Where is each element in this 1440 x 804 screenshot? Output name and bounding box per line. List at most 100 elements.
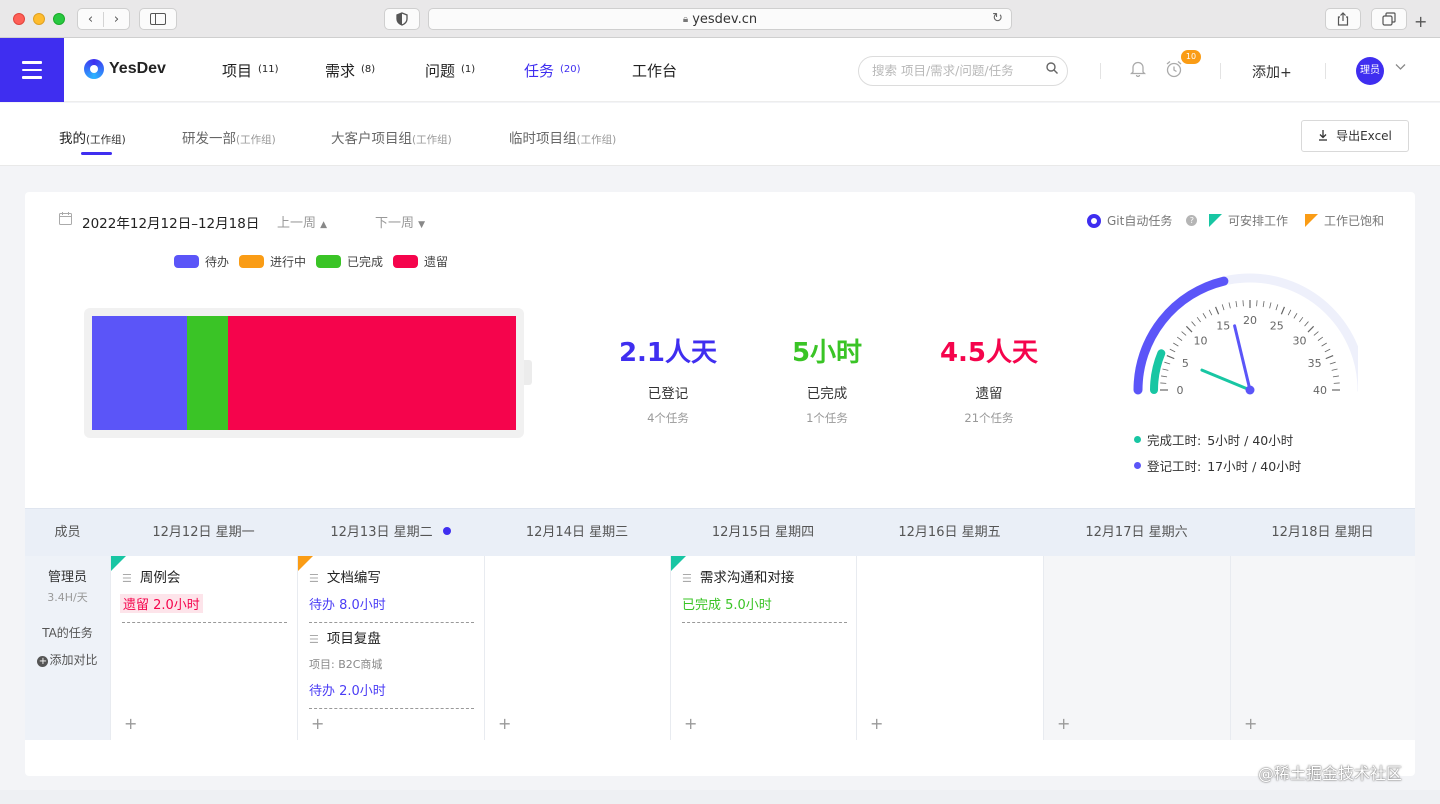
browser-toolbar: ‹ › 🔒︎ yesdev.cn ↻ + (0, 0, 1440, 38)
day-cell-fri[interactable]: + (856, 556, 1043, 740)
nav-count: (8) (361, 64, 376, 75)
privacy-report-button[interactable] (384, 8, 420, 30)
tab-temp-project-group[interactable]: 临时项目组(工作组) (509, 127, 616, 147)
calendar-icon[interactable] (59, 212, 72, 229)
gauge-legend-label: 登记工时: (1147, 459, 1202, 474)
gauge-tick-label: 30 (1292, 335, 1306, 348)
gauge-tick (1221, 304, 1225, 311)
task-status: 待办 2.0小时 (309, 684, 386, 699)
header-divider (1325, 63, 1326, 79)
reload-icon[interactable]: ↻ (992, 11, 1003, 26)
add-task-button[interactable]: + (311, 714, 324, 733)
task-card[interactable]: ☰ 文档编写 待办 8.0小时 (309, 566, 474, 623)
avatar[interactable]: 理员 (1356, 57, 1384, 85)
gauge-tick (1215, 306, 1220, 315)
gauge-tick (1332, 375, 1339, 378)
tab-label: 我的 (59, 131, 86, 147)
address-bar[interactable]: 🔒︎ yesdev.cn ↻ (428, 8, 1012, 30)
task-card[interactable]: ☰ 项目复盘 项目: B2C商城 待办 2.0小时 (309, 627, 474, 709)
add-task-button[interactable]: + (684, 714, 697, 733)
gauge-tick (1181, 331, 1187, 336)
task-status: 遗留 2.0小时 (120, 594, 203, 613)
day-cell-thu[interactable]: ☰ 需求沟通和对接 已完成 5.0小时 + (670, 556, 856, 740)
close-window-button[interactable] (13, 13, 25, 25)
add-task-button[interactable]: + (1244, 714, 1257, 733)
share-button[interactable] (1325, 8, 1361, 30)
hamburger-icon (22, 61, 42, 64)
tabs-icon (1382, 12, 1396, 26)
add-task-button[interactable]: + (498, 714, 511, 733)
sidebar-toggle-button[interactable] (139, 8, 177, 30)
search-icon[interactable] (1046, 57, 1058, 85)
arrangeable-flag-icon (1209, 214, 1222, 227)
status-legend: 待办 进行中 已完成 遗留 (174, 253, 448, 270)
sidebar-icon (150, 13, 166, 25)
nav-requirements[interactable]: 需求 (8) (325, 60, 375, 81)
add-task-button[interactable]: + (870, 714, 883, 733)
git-auto-task-legend: Git自动任务 ? (1087, 212, 1198, 229)
saturated-label: 工作已饱和 (1324, 214, 1385, 228)
tab-mine[interactable]: 我的(工作组) (59, 127, 126, 147)
next-week-button[interactable]: 下一周 ▼ (375, 212, 425, 231)
tab-tag: (工作组) (576, 134, 617, 146)
task-card[interactable]: ☰ 需求沟通和对接 已完成 5.0小时 (682, 566, 847, 623)
add-task-button[interactable]: + (124, 714, 137, 733)
prev-week-button[interactable]: 上一周 ▲ (277, 212, 327, 231)
add-button[interactable]: 添加+ (1252, 62, 1292, 82)
day-cell-tue[interactable]: ☰ 文档编写 待办 8.0小时 ☰ 项目复盘 项目: B2C商城 待办 2.0小时 … (297, 556, 484, 740)
legend-dot (1134, 462, 1141, 469)
weekly-schedule-table: 成员 12月12日 星期一 12月13日 星期二 12月14日 星期三 12月1… (25, 508, 1415, 740)
task-list-icon: ☰ (309, 572, 319, 585)
battery-fill (92, 316, 516, 430)
add-task-button[interactable]: + (1057, 714, 1070, 733)
bell-icon[interactable] (1129, 60, 1147, 81)
tab-tag: (工作组) (86, 134, 126, 146)
main-menu-button[interactable] (0, 38, 64, 102)
gauge-hub (1245, 385, 1255, 395)
minimize-window-button[interactable] (33, 13, 45, 25)
nav-workbench[interactable]: 工作台 (632, 60, 677, 81)
day-cell-sun[interactable]: + (1230, 556, 1415, 740)
lock-icon: 🔒︎ (682, 13, 689, 25)
chevron-down-icon[interactable] (1395, 61, 1406, 74)
day-cell-mon[interactable]: ☰ 周例会 遗留 2.0小时 + (110, 556, 297, 740)
active-tab-indicator (81, 152, 112, 155)
legend-label: 待办 (205, 255, 230, 269)
alarm-clock-icon[interactable] (1165, 60, 1183, 83)
day-cell-sat[interactable]: + (1043, 556, 1230, 740)
new-tab-button[interactable]: + (1414, 12, 1427, 31)
legend-swatch (239, 255, 265, 268)
stat-value: 4.5人天 (939, 338, 1039, 368)
caret-down-icon: ▼ (418, 220, 426, 230)
search-input[interactable]: 搜索 项目/需求/问题/任务 (858, 56, 1068, 86)
export-excel-button[interactable]: 导出Excel (1301, 120, 1409, 152)
zoom-window-button[interactable] (53, 13, 65, 25)
tab-overview-button[interactable] (1371, 8, 1407, 30)
task-card[interactable]: ☰ 周例会 遗留 2.0小时 (120, 566, 287, 623)
forward-button[interactable]: › (103, 11, 129, 27)
tab-key-account-group[interactable]: 大客户项目组(工作组) (331, 127, 452, 147)
arrangeable-label: 可安排工作 (1228, 214, 1289, 228)
gauge-tick (1269, 302, 1272, 309)
stat-sub: 21个任务 (964, 411, 1014, 425)
gauge-tick-label: 20 (1243, 314, 1257, 327)
day-cell-wed[interactable]: + (484, 556, 670, 740)
gauge-tick (1304, 321, 1309, 327)
add-compare-button[interactable]: + 添加对比 (25, 651, 110, 668)
tab-rd-dept-1[interactable]: 研发一部(工作组) (182, 127, 276, 147)
help-icon[interactable]: ? (1186, 215, 1198, 226)
logo[interactable]: YesDev (84, 59, 166, 79)
nav-issues[interactable]: 问题 (1) (425, 60, 475, 81)
member-name[interactable]: 管理员 (25, 566, 110, 585)
nav-label: 需求 (325, 62, 356, 80)
gauge-tick (1173, 342, 1179, 347)
week-date-range[interactable]: 2022年12月12日–12月18日 (82, 212, 259, 232)
nav-tasks[interactable]: 任务 (20) (524, 60, 581, 81)
back-button[interactable]: ‹ (78, 12, 103, 27)
legend-label: 进行中 (270, 255, 307, 269)
saturated-flag-icon (1305, 214, 1318, 227)
member-tasks-link[interactable]: TA的任务 (25, 624, 110, 641)
nav-projects[interactable]: 项目 (11) (222, 60, 279, 81)
history-nav: ‹ › (77, 8, 130, 30)
gauge-tick-label: 35 (1308, 357, 1322, 370)
